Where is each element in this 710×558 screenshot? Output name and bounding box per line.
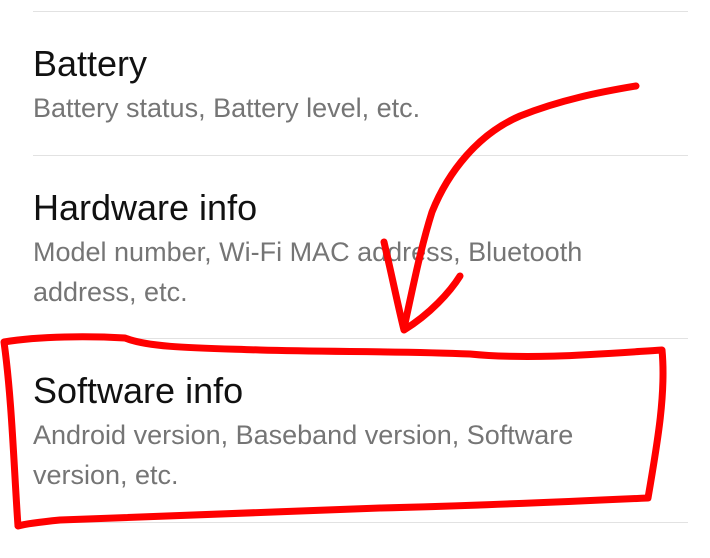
item-summary: Model number, Wi-Fi MAC address, Bluetoo… (33, 237, 583, 307)
item-title: Battery (33, 43, 148, 84)
divider (33, 338, 688, 339)
divider (33, 522, 688, 523)
item-summary: Battery status, Battery level, etc. (33, 93, 421, 123)
divider (33, 155, 688, 156)
item-title: Hardware info (33, 187, 258, 228)
settings-item-software-info[interactable]: Software info Android version, Baseband … (33, 369, 650, 495)
settings-screen: Battery Battery status, Battery level, e… (0, 0, 710, 558)
item-title: Software info (33, 370, 244, 411)
settings-item-hardware-info[interactable]: Hardware info Model number, Wi-Fi MAC ad… (33, 186, 650, 312)
item-summary: Android version, Baseband version, Softw… (33, 420, 574, 490)
settings-item-battery[interactable]: Battery Battery status, Battery level, e… (33, 42, 650, 128)
divider (33, 11, 688, 12)
